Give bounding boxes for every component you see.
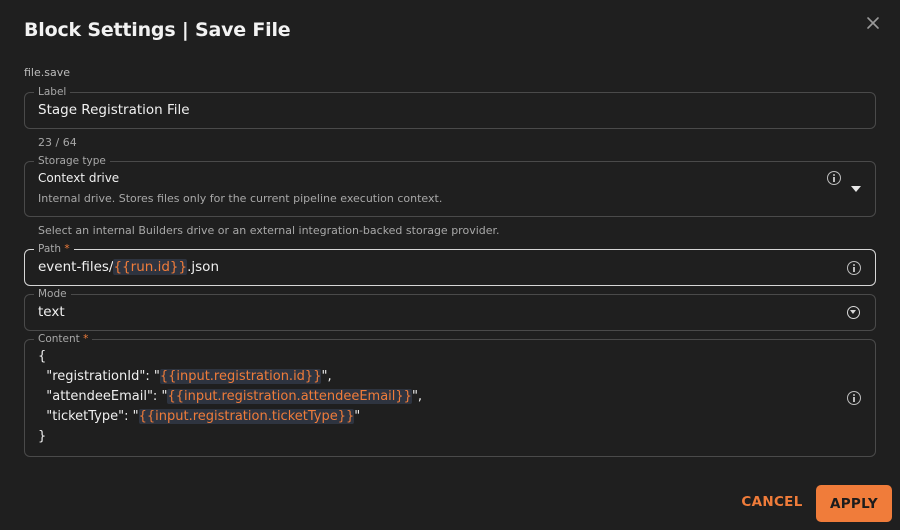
label-char-counter: 23 / 64	[38, 136, 77, 149]
code-line: {	[38, 349, 47, 364]
close-icon	[867, 17, 879, 29]
info-icon[interactable]	[827, 171, 841, 185]
storage-type-value: Context drive	[38, 171, 120, 185]
path-input[interactable]: event-files/{{run.id}}.json	[38, 259, 219, 275]
storage-type-helper: Select an internal Builders drive or an …	[38, 224, 500, 237]
mode-value: text	[38, 304, 65, 320]
storage-type-label: Storage type	[34, 155, 110, 167]
close-button[interactable]	[863, 13, 883, 33]
code-line: "registrationId": "{{input.registration.…	[38, 369, 332, 384]
chevron-down-icon[interactable]	[851, 186, 861, 192]
mode-field-label: Mode	[34, 288, 71, 300]
path-field[interactable]: Path * event-files/{{run.id}}.json	[24, 243, 876, 286]
dialog-title: Block Settings | Save File	[24, 19, 291, 41]
content-editor[interactable]: Content * { "registrationId": "{{input.r…	[24, 333, 876, 457]
info-icon[interactable]	[847, 391, 861, 405]
code-line: }	[38, 429, 47, 444]
path-token: {{run.id}}	[113, 259, 188, 275]
apply-button[interactable]: APPLY	[816, 485, 892, 522]
code-line: "attendeeEmail": "{{input.registration.a…	[38, 389, 423, 404]
code-line: "ticketType": "{{input.registration.tick…	[38, 409, 361, 424]
storage-type-description: Internal drive. Stores files only for th…	[38, 192, 443, 205]
chevron-down-icon[interactable]	[847, 306, 860, 319]
block-settings-dialog: Block Settings | Save File file.save Lab…	[0, 0, 900, 530]
mode-select[interactable]: Mode text	[24, 288, 876, 331]
label-field-label: Label	[34, 86, 71, 98]
content-field-label: Content *	[34, 333, 93, 345]
label-input[interactable]: Stage Registration File	[38, 102, 190, 118]
info-icon[interactable]	[847, 261, 861, 275]
block-type: file.save	[24, 66, 70, 79]
label-field[interactable]: Label Stage Registration File	[24, 86, 876, 129]
path-field-label: Path *	[34, 243, 74, 255]
cancel-button[interactable]: CANCEL	[738, 487, 806, 517]
storage-type-select[interactable]: Storage type Context drive Internal driv…	[24, 155, 876, 217]
